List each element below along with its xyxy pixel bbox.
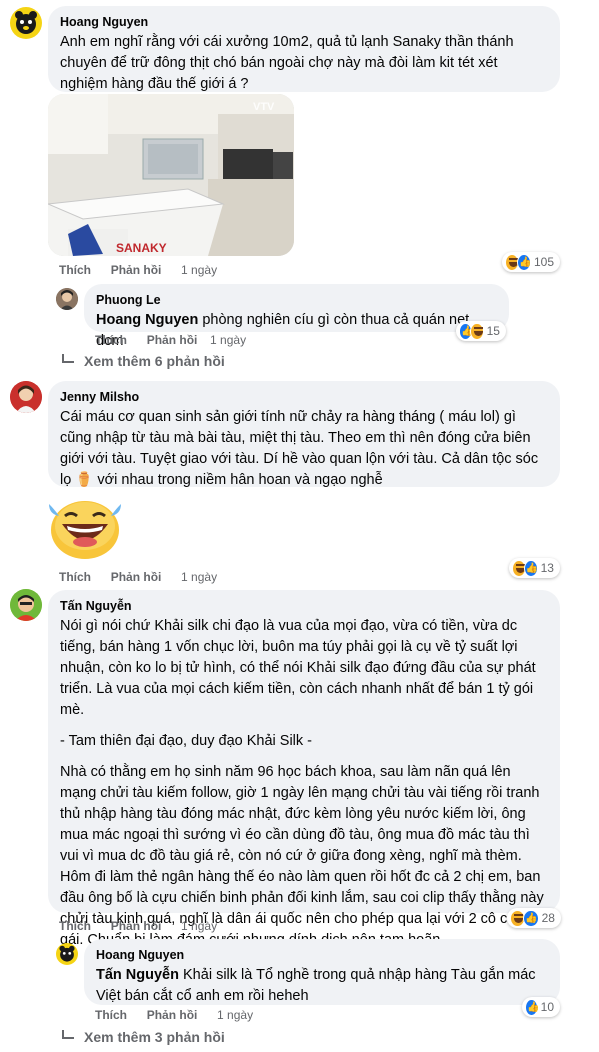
reaction-count: 13 <box>540 561 554 575</box>
reply-actions: Thích Phản hồi 1 ngày <box>95 332 246 348</box>
reply-button[interactable]: Phản hồi <box>111 918 162 934</box>
like-button[interactable]: Thích <box>59 918 91 934</box>
reply-author[interactable]: Phuong Le <box>96 292 497 308</box>
comment-author[interactable]: Jenny Milsho <box>60 389 548 405</box>
reply-button[interactable]: Phản hồi <box>111 262 162 278</box>
reaction-summary[interactable]: 28 <box>507 908 561 928</box>
reaction-count: 15 <box>486 324 500 338</box>
comment-text: Anh em nghĩ rằng với cái xưởng 10m2, quả… <box>60 34 514 92</box>
comment-paragraph: Nói gì nói chứ Khải silk chi đạo là vua … <box>60 618 536 718</box>
timestamp[interactable]: 1 ngày <box>181 918 217 934</box>
reply-arrow-icon <box>62 354 74 363</box>
avatar-jenny-milsho[interactable] <box>10 381 42 413</box>
view-more-replies[interactable]: Xem thêm 6 phản hồi <box>62 353 225 369</box>
like-button[interactable]: Thích <box>59 262 91 278</box>
comment-actions: Thích Phản hồi 1 ngày <box>59 569 217 585</box>
reply-button[interactable]: Phản hồi <box>111 569 162 585</box>
reply-button[interactable]: Phản hồi <box>147 1007 198 1023</box>
mention-link[interactable]: Tấn Nguyễn <box>96 967 179 983</box>
like-icon <box>516 253 531 271</box>
view-more-replies[interactable]: Xem thêm 3 phản hồi <box>62 1029 225 1045</box>
avatar-phuong-le[interactable] <box>56 288 78 310</box>
reply-author[interactable]: Hoang Nguyen <box>96 947 548 963</box>
avatar-hoang-nguyen[interactable] <box>10 7 42 39</box>
reaction-summary[interactable]: 13 <box>509 558 560 578</box>
timestamp[interactable]: 1 ngày <box>217 1007 253 1023</box>
comment-actions: Thích Phản hồi 1 ngày <box>59 918 217 934</box>
urn-emoji: ⚱️ <box>75 472 94 488</box>
timestamp[interactable]: 1 ngày <box>181 569 217 585</box>
sanaky-logo: SANAKY <box>116 241 167 255</box>
laughing-sticker[interactable] <box>45 496 125 560</box>
vtv-watermark: VTV <box>253 101 275 113</box>
comment-author[interactable]: Hoang Nguyen <box>60 14 548 30</box>
reaction-summary[interactable]: 105 <box>502 252 560 272</box>
mention-link[interactable]: Hoang Nguyen <box>96 312 198 328</box>
avatar-tan-nguyen[interactable] <box>10 589 42 621</box>
reply-bubble: Phuong Le Hoang Nguyen phòng nghiên cíu … <box>84 284 509 349</box>
like-button[interactable]: Thích <box>59 569 91 585</box>
reaction-summary[interactable]: 10 <box>522 997 560 1017</box>
reply-button[interactable]: Phản hồi <box>147 332 198 348</box>
timestamp[interactable]: 1 ngày <box>181 262 217 278</box>
comment-text-tail: với nhau trong niềm hân hoan và ngạo ngh… <box>93 472 383 488</box>
comment-actions: Thích Phản hồi 1 ngày <box>59 262 217 278</box>
comment-bubble: Tấn Nguyễn Nói gì nói chứ Khải silk chi … <box>48 590 560 948</box>
comment-paragraph: - Tam thiên đại đạo, duy đạo Khải Silk - <box>60 733 313 749</box>
reaction-summary[interactable]: 15 <box>456 321 506 341</box>
like-button[interactable]: Thích <box>95 332 127 348</box>
reaction-count: 28 <box>541 911 555 925</box>
comment-author[interactable]: Tấn Nguyễn <box>60 598 548 614</box>
reply-bubble: Hoang Nguyen Tấn Nguyễn Khải silk là Tổ … <box>84 939 560 1005</box>
like-button[interactable]: Thích <box>95 1007 127 1023</box>
comment-bubble: Hoang Nguyen Anh em nghĩ rằng với cái xư… <box>48 6 560 92</box>
comment-image[interactable]: SANAKY VTV <box>48 94 294 256</box>
reply-arrow-icon <box>62 1030 74 1039</box>
timestamp[interactable]: 1 ngày <box>210 332 246 348</box>
reaction-count: 105 <box>533 255 554 269</box>
reply-actions: Thích Phản hồi 1 ngày <box>95 1007 253 1023</box>
comment-bubble: Jenny Milsho Cái máu cơ quan sinh sản gi… <box>48 381 560 488</box>
like-icon <box>523 909 539 927</box>
haha-icon <box>470 322 484 340</box>
like-icon <box>523 559 538 577</box>
like-icon <box>525 998 539 1016</box>
avatar-hoang-nguyen[interactable] <box>56 943 78 965</box>
reaction-count: 10 <box>540 1000 554 1014</box>
